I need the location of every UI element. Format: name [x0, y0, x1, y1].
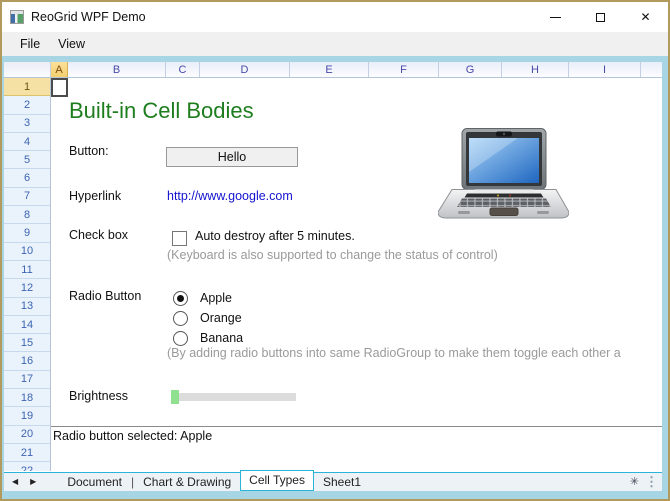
minimize-button[interactable]: [533, 2, 578, 32]
spreadsheet: ABCDEFGHI 123456789101112131415161718192…: [4, 62, 662, 472]
column-header-e[interactable]: E: [290, 62, 369, 77]
radio-option-row: Apple: [173, 288, 243, 308]
button-row-label: Button:: [69, 144, 109, 158]
row-header-18[interactable]: 18: [4, 389, 50, 407]
row-header-5[interactable]: 5: [4, 151, 50, 169]
app-window: ReoGrid WPF Demo ✕ File View ABCDEFGHI 1…: [0, 0, 670, 501]
radio-option-label: Orange: [200, 311, 242, 325]
titlebar: ReoGrid WPF Demo ✕: [2, 2, 668, 32]
sheet-cells-area[interactable]: Built-in Cell Bodies Button: Hello: [51, 78, 662, 471]
tab-document[interactable]: Document: [58, 473, 131, 491]
column-header-b[interactable]: B: [68, 62, 166, 77]
close-icon: ✕: [640, 11, 650, 23]
status-divider: [51, 426, 662, 427]
radio-option-row: Orange: [173, 308, 243, 328]
menubar: File View: [2, 32, 668, 56]
radio-row-label: Radio Button: [69, 289, 141, 303]
grid-corner[interactable]: [4, 62, 51, 77]
window-controls: ✕: [533, 2, 668, 32]
menu-file[interactable]: File: [11, 34, 49, 54]
row-headers: 12345678910111213141516171819202122: [4, 78, 51, 471]
row-header-15[interactable]: 15: [4, 334, 50, 352]
row-header-9[interactable]: 9: [4, 224, 50, 242]
column-header-i[interactable]: I: [569, 62, 641, 77]
row-header-10[interactable]: 10: [4, 243, 50, 261]
tab-sheet1[interactable]: Sheet1: [314, 473, 370, 491]
row-header-13[interactable]: 13: [4, 298, 50, 316]
row-header-16[interactable]: 16: [4, 352, 50, 370]
row-header-3[interactable]: 3: [4, 115, 50, 133]
minimize-icon: [550, 17, 561, 18]
row-header-21[interactable]: 21: [4, 444, 50, 462]
google-hyperlink[interactable]: http://www.google.com: [167, 189, 293, 203]
radio-option-label: Apple: [200, 291, 232, 305]
column-header-partial[interactable]: [641, 62, 662, 77]
checkbox-row-label: Check box: [69, 228, 128, 242]
menu-view[interactable]: View: [49, 34, 94, 54]
column-headers: ABCDEFGHI: [4, 62, 662, 78]
close-button[interactable]: ✕: [623, 2, 668, 32]
sheet-heading: Built-in Cell Bodies: [69, 98, 254, 124]
orange-radio-button[interactable]: [173, 311, 188, 326]
cell-selection: [51, 78, 68, 97]
row-header-8[interactable]: 8: [4, 206, 50, 224]
radio-group: Apple Orange Banana: [173, 288, 243, 348]
column-header-f[interactable]: F: [369, 62, 439, 77]
hello-button[interactable]: Hello: [166, 147, 298, 167]
sheet-list-icon[interactable]: ✳: [624, 475, 645, 488]
tab-cell-types[interactable]: Cell Types: [240, 470, 314, 491]
radio-option-row: Banana: [173, 328, 243, 348]
row-header-20[interactable]: 20: [4, 426, 50, 444]
brightness-slider[interactable]: [171, 390, 296, 404]
hello-button-label: Hello: [218, 150, 247, 164]
app-icon[interactable]: [10, 10, 24, 24]
grid-body: 12345678910111213141516171819202122 Buil…: [4, 78, 662, 471]
column-header-h[interactable]: H: [502, 62, 569, 77]
tab-scroll-left-icon[interactable]: ◀: [8, 477, 22, 486]
row-header-2[interactable]: 2: [4, 96, 50, 114]
tab-scroll-right-icon[interactable]: ▶: [26, 477, 40, 486]
apple-radio-button[interactable]: [173, 291, 188, 306]
row-header-22[interactable]: 22: [4, 462, 50, 471]
sheet-tabs: Document|Chart & DrawingCell TypesSheet1: [58, 472, 370, 491]
window-title: ReoGrid WPF Demo: [31, 10, 146, 24]
column-header-c[interactable]: C: [166, 62, 200, 77]
row-header-19[interactable]: 19: [4, 407, 50, 425]
slider-thumb[interactable]: [171, 390, 179, 404]
row-header-7[interactable]: 7: [4, 188, 50, 206]
checkbox-note: (Keyboard is also supported to change th…: [167, 248, 498, 262]
radio-option-label: Banana: [200, 331, 243, 345]
column-header-a[interactable]: A: [51, 62, 68, 77]
row-header-17[interactable]: 17: [4, 371, 50, 389]
row-header-11[interactable]: 11: [4, 261, 50, 279]
slider-track[interactable]: [171, 393, 296, 401]
row-header-12[interactable]: 12: [4, 279, 50, 297]
maximize-icon: [596, 13, 605, 22]
column-header-d[interactable]: D: [200, 62, 290, 77]
banana-radio-button[interactable]: [173, 331, 188, 346]
laptop-image: [438, 128, 569, 220]
sheet-tabbar: ◀ ▶ Document|Chart & DrawingCell TypesSh…: [4, 472, 662, 491]
workspace: ABCDEFGHI 123456789101112131415161718192…: [2, 56, 668, 499]
auto-destroy-checkbox[interactable]: [172, 231, 187, 246]
column-header-g[interactable]: G: [439, 62, 502, 77]
maximize-button[interactable]: [578, 2, 623, 32]
row-header-4[interactable]: 4: [4, 133, 50, 151]
hyperlink-row-label: Hyperlink: [69, 189, 121, 203]
brightness-row-label: Brightness: [69, 389, 128, 403]
tab-chart-drawing[interactable]: Chart & Drawing: [134, 473, 240, 491]
radio-note: (By adding radio buttons into same Radio…: [167, 346, 662, 360]
row-header-6[interactable]: 6: [4, 169, 50, 187]
splitter-grip-icon[interactable]: ⋮: [645, 474, 662, 490]
row-header-14[interactable]: 14: [4, 316, 50, 334]
row-header-1[interactable]: 1: [4, 78, 50, 96]
status-text: Radio button selected: Apple: [53, 429, 212, 443]
checkbox-text: Auto destroy after 5 minutes.: [195, 229, 355, 243]
